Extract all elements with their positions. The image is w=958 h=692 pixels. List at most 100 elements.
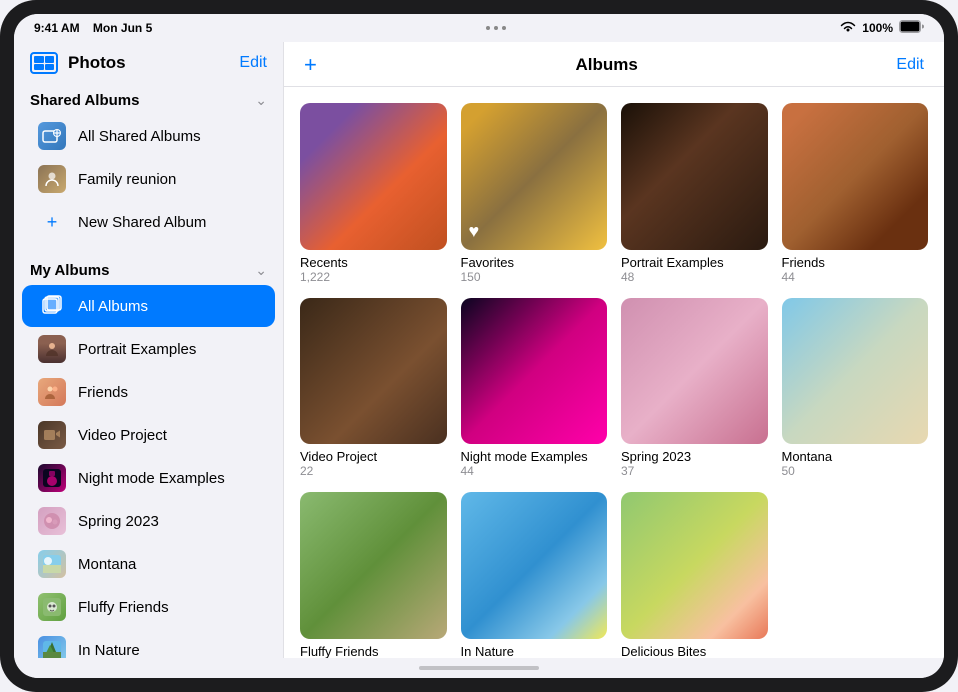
portrait-label: Portrait Examples (78, 341, 196, 358)
shared-albums-section-header: Shared Albums ⌄ (14, 82, 283, 115)
album-item-nature-a[interactable]: In Nature53 (461, 492, 608, 658)
album-name-spring-a: Spring 2023 (621, 449, 768, 464)
shared-albums-title: Shared Albums (30, 92, 139, 109)
album-name-recents: Recents (300, 255, 447, 270)
sidebar-item-video[interactable]: Video Project (22, 414, 275, 456)
album-item-night-a[interactable]: Night mode Examples44 (461, 298, 608, 479)
nature-thumb (38, 636, 66, 658)
album-item-montana-a[interactable]: Montana50 (782, 298, 929, 479)
add-album-button[interactable]: + (304, 52, 317, 78)
album-thumb-friends-a (782, 103, 929, 250)
all-albums-label: All Albums (78, 298, 148, 315)
status-right: 100% (840, 20, 924, 36)
dot1 (486, 26, 490, 30)
shared-albums-chevron[interactable]: ⌄ (255, 92, 267, 109)
sidebar-item-fluffy[interactable]: Fluffy Friends (22, 586, 275, 628)
dot2 (494, 26, 498, 30)
album-count-favorites: 150 (461, 270, 608, 284)
fluffy-thumb (38, 593, 66, 621)
date-display: Mon Jun 5 (93, 21, 152, 35)
night-label: Night mode Examples (78, 470, 225, 487)
sidebar-item-all-albums[interactable]: All Albums (22, 285, 275, 327)
sidebar-item-nature[interactable]: In Nature (22, 629, 275, 658)
album-thumb-nature-a (461, 492, 608, 639)
album-thumb-delicious-a (621, 492, 768, 639)
album-item-spring-a[interactable]: Spring 202337 (621, 298, 768, 479)
album-thumb-fluffy-a (300, 492, 447, 639)
sidebar-item-all-shared[interactable]: All Shared Albums (22, 115, 275, 157)
spring-thumb (38, 507, 66, 535)
wifi-icon (840, 21, 856, 36)
my-albums-section-header: My Albums ⌄ (14, 252, 283, 285)
album-item-portrait-ex[interactable]: Portrait Examples48 (621, 103, 768, 284)
album-item-recents[interactable]: Recents1,222 (300, 103, 447, 284)
album-item-fluffy-a[interactable]: Fluffy Friends8 (300, 492, 447, 658)
heart-icon-favorites: ♥ (469, 221, 480, 242)
new-shared-plus-icon: + (47, 212, 58, 233)
new-shared-label: New Shared Album (78, 214, 206, 231)
gc1 (34, 56, 44, 63)
right-panel: + Albums Edit Recents1,222 ♥ Favorites150 P… (284, 42, 944, 658)
sidebar-item-night[interactable]: Night mode Examples (22, 457, 275, 499)
album-name-night-a: Night mode Examples (461, 449, 608, 464)
albums-grid: Recents1,222 ♥ Favorites150 Portrait Exampl… (284, 87, 944, 658)
album-name-portrait-ex: Portrait Examples (621, 255, 768, 270)
album-thumb-recents (300, 103, 447, 250)
album-thumb-favorites: ♥ (461, 103, 608, 250)
album-count-montana-a: 50 (782, 464, 929, 478)
time-display: 9:41 AM (34, 21, 80, 35)
my-albums-chevron[interactable]: ⌄ (255, 262, 267, 279)
album-name-montana-a: Montana (782, 449, 929, 464)
sidebar-toggle-icon[interactable] (30, 52, 58, 74)
album-item-favorites[interactable]: ♥ Favorites150 (461, 103, 608, 284)
ipad-frame: 9:41 AM Mon Jun 5 100% (0, 0, 958, 692)
friends-thumb (38, 378, 66, 406)
gc4 (45, 64, 55, 71)
sidebar-item-portrait[interactable]: Portrait Examples (22, 328, 275, 370)
family-thumb (38, 165, 66, 193)
sidebar-item-montana[interactable]: Montana (22, 543, 275, 585)
album-item-video-a[interactable]: Video Project22 (300, 298, 447, 479)
home-bar (14, 658, 944, 678)
album-thumb-video-a (300, 298, 447, 445)
album-count-portrait-ex: 48 (621, 270, 768, 284)
sidebar-item-spring[interactable]: Spring 2023 (22, 500, 275, 542)
status-bar: 9:41 AM Mon Jun 5 100% (14, 14, 944, 42)
new-shared-thumb: + (38, 208, 66, 236)
sidebar: Photos Edit Shared Albums ⌄ (14, 42, 284, 658)
album-count-video-a: 22 (300, 464, 447, 478)
album-count-spring-a: 37 (621, 464, 768, 478)
friends-label: Friends (78, 384, 128, 401)
montana-label: Montana (78, 556, 136, 573)
album-name-fluffy-a: Fluffy Friends (300, 644, 447, 659)
sidebar-edit-button[interactable]: Edit (239, 54, 267, 72)
all-shared-label: All Shared Albums (78, 128, 201, 145)
sidebar-header: Photos Edit (14, 42, 283, 82)
panel-title: Albums (575, 55, 637, 75)
album-item-friends-a[interactable]: Friends44 (782, 103, 929, 284)
album-thumb-night-a (461, 298, 608, 445)
battery-icon (899, 20, 924, 36)
panel-edit-button[interactable]: Edit (896, 56, 924, 74)
panel-header: + Albums Edit (284, 42, 944, 87)
fluffy-label: Fluffy Friends (78, 599, 169, 616)
album-count-friends-a: 44 (782, 270, 929, 284)
sidebar-item-friends[interactable]: Friends (22, 371, 275, 413)
album-thumb-montana-a (782, 298, 929, 445)
sidebar-header-left: Photos (30, 52, 126, 74)
main-content: Photos Edit Shared Albums ⌄ (14, 42, 944, 658)
video-thumb (38, 421, 66, 449)
sidebar-item-family-reunion[interactable]: Family reunion (22, 158, 275, 200)
status-time: 9:41 AM Mon Jun 5 (34, 21, 152, 35)
grid-inner (34, 56, 54, 70)
album-item-delicious-a[interactable]: Delicious Bites10 (621, 492, 768, 658)
screen: 9:41 AM Mon Jun 5 100% (14, 14, 944, 678)
album-name-nature-a: In Nature (461, 644, 608, 659)
gc3 (34, 64, 44, 71)
album-thumb-spring-a (621, 298, 768, 445)
spring-label: Spring 2023 (78, 513, 159, 530)
gc2 (45, 56, 55, 63)
sidebar-item-new-shared[interactable]: + New Shared Album (22, 201, 275, 243)
night-thumb (38, 464, 66, 492)
album-name-favorites: Favorites (461, 255, 608, 270)
